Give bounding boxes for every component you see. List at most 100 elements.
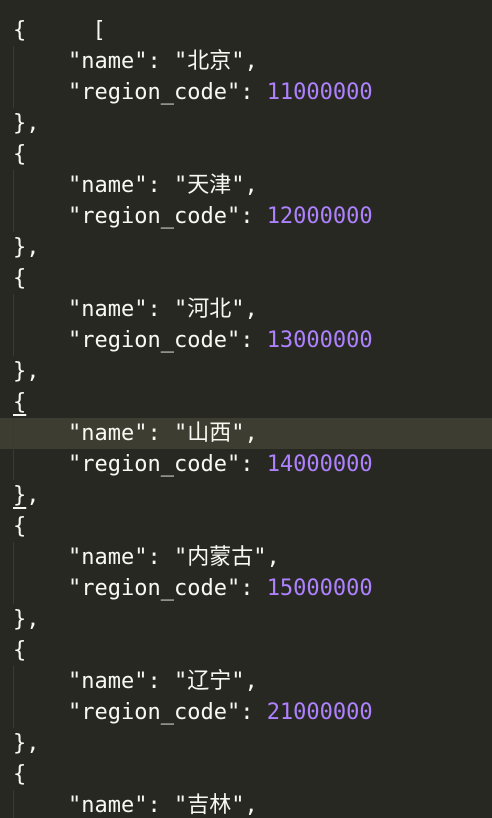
colon: : [240, 700, 267, 725]
json-key: "name" [68, 173, 148, 198]
colon: : [147, 793, 174, 818]
code-line-region-code: "region_code": 11000000 [0, 77, 492, 108]
comma: , [26, 483, 40, 508]
json-string-value: "辽宁" [173, 669, 245, 694]
indent-guide [13, 170, 14, 201]
close-brace-matched: } [13, 483, 27, 508]
indent-guide [13, 325, 14, 356]
close-brace: } [13, 359, 27, 384]
code-line-close-brace: }, [0, 728, 492, 759]
code-line-open-brace: { [0, 15, 492, 46]
open-brace: { [13, 762, 27, 787]
code-line-region-code: "region_code": 21000000 [0, 697, 492, 728]
code-line-open-bracket: [ [0, 0, 492, 43]
indent-guide [13, 697, 14, 728]
json-key: "region_code" [68, 328, 241, 353]
open-brace-matched: { [13, 390, 27, 415]
json-key: "region_code" [68, 80, 241, 105]
open-brace: { [13, 142, 27, 167]
code-line-name: "name": "辽宁", [0, 666, 492, 697]
code-line-name: "name": "山西", [0, 418, 492, 449]
json-key: "name" [68, 669, 148, 694]
open-brace: { [13, 514, 27, 539]
code-line-region-code: "region_code": 15000000 [0, 573, 492, 604]
json-number-value: 12000000 [266, 204, 373, 229]
code-line-region-code: "region_code": 13000000 [0, 325, 492, 356]
close-brace: } [13, 111, 27, 136]
code-line-name: "name": "吉林", [0, 790, 492, 818]
colon: : [147, 545, 174, 570]
json-number-value: 11000000 [266, 80, 373, 105]
code-line-open-brace: { [0, 387, 492, 418]
code-line-close-brace: }, [0, 356, 492, 387]
json-string-value: "天津" [173, 173, 245, 198]
json-key: "region_code" [68, 452, 241, 477]
comma: , [26, 359, 40, 384]
code-line-close-brace: }, [0, 480, 492, 511]
indent-guide [13, 666, 14, 697]
json-string-value: "河北" [173, 297, 245, 322]
indent-guide [13, 294, 14, 325]
colon: : [240, 452, 267, 477]
json-number-value: 21000000 [266, 700, 373, 725]
json-string-value: "山西" [173, 421, 245, 446]
json-key: "name" [68, 793, 148, 818]
comma: , [244, 297, 258, 322]
comma: , [26, 235, 40, 260]
json-key: "name" [68, 421, 148, 446]
colon: : [147, 421, 174, 446]
comma: , [266, 545, 280, 570]
comma: , [244, 793, 258, 818]
indent-guide [13, 77, 14, 108]
colon: : [240, 576, 267, 601]
code-line-name: "name": "北京", [0, 46, 492, 77]
close-brace: } [13, 607, 27, 632]
indent-guide [13, 418, 14, 449]
indent-guide [13, 573, 14, 604]
comma: , [26, 607, 40, 632]
json-key: "name" [68, 297, 148, 322]
code-line-name: "name": "天津", [0, 170, 492, 201]
json-string-value: "北京" [173, 49, 245, 74]
colon: : [240, 204, 267, 229]
indent-guide [13, 46, 14, 77]
indent-guide [13, 201, 14, 232]
comma: , [244, 421, 258, 446]
code-editor[interactable]: [ {"name": "北京", "region_code": 11000000}… [0, 0, 492, 818]
colon: : [240, 80, 267, 105]
colon: : [147, 669, 174, 694]
code-line-region-code: "region_code": 12000000 [0, 201, 492, 232]
code-line-open-brace: { [0, 511, 492, 542]
code-line-open-brace: { [0, 635, 492, 666]
comma: , [244, 173, 258, 198]
code-line-name: "name": "河北", [0, 294, 492, 325]
close-brace: } [13, 731, 27, 756]
code-line-name: "name": "内蒙古", [0, 542, 492, 573]
comma: , [244, 49, 258, 74]
close-brace: } [13, 235, 27, 260]
comma: , [26, 111, 40, 136]
json-key: "name" [68, 49, 148, 74]
code-line-open-brace: { [0, 263, 492, 294]
code-line-region-code: "region_code": 14000000 [0, 449, 492, 480]
code-lines: [ {"name": "北京", "region_code": 11000000}… [0, 0, 492, 818]
json-string-value: "吉林" [173, 793, 245, 818]
indent-guide [13, 542, 14, 573]
json-number-value: 13000000 [266, 328, 373, 353]
json-key: "name" [68, 545, 148, 570]
colon: : [147, 49, 174, 74]
colon: : [147, 173, 174, 198]
json-number-value: 15000000 [266, 576, 373, 601]
open-brace: { [13, 266, 27, 291]
code-line-close-brace: }, [0, 232, 492, 263]
code-line-close-brace: }, [0, 108, 492, 139]
code-line-open-brace: { [0, 759, 492, 790]
colon: : [240, 328, 267, 353]
code-line-open-brace: { [0, 139, 492, 170]
json-key: "region_code" [68, 576, 241, 601]
open-brace: { [13, 18, 27, 43]
comma: , [244, 669, 258, 694]
colon: : [147, 297, 174, 322]
json-key: "region_code" [68, 204, 241, 229]
comma: , [26, 731, 40, 756]
